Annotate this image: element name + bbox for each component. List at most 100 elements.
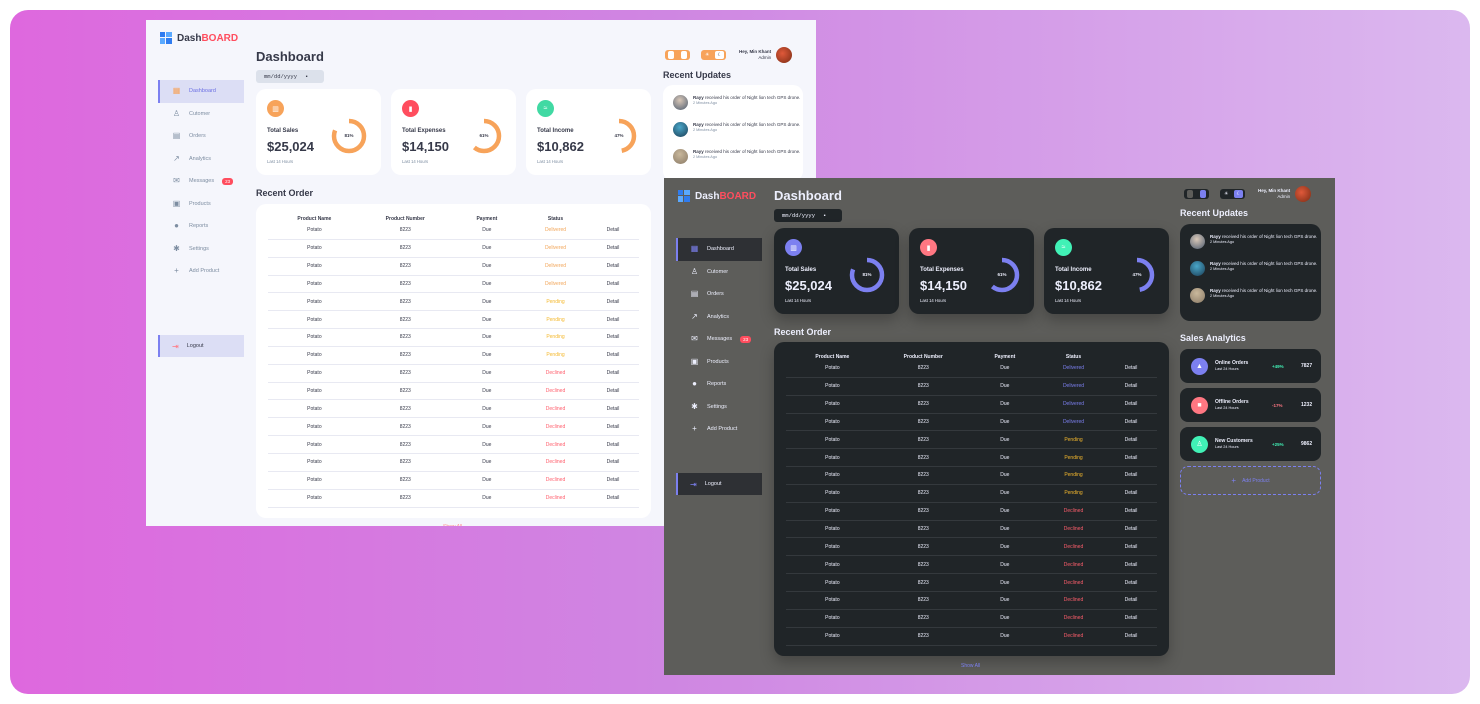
detail-link[interactable]: Detail [1105,365,1157,371]
logout-button[interactable]: ⇥ Logout [158,335,244,357]
detail-link[interactable]: Detail [1105,597,1157,603]
sidebar-item-settings[interactable]: ✱ Settings [676,396,762,419]
detail-link[interactable]: Detail [1105,455,1157,461]
brand-part2: BOARD [201,32,239,44]
detail-link[interactable]: Detail [1105,383,1157,389]
card-subtitle: Last 14 Hours [920,298,947,303]
detail-link[interactable]: Detail [1105,472,1157,478]
analytics-change: +25% [1272,441,1284,447]
show-all-link[interactable]: Show All [443,524,462,526]
sidebar-item-analytics[interactable]: ↗ Analytics [158,148,244,171]
update-item: Rayy received his order of Night lion te… [1190,261,1317,276]
greeting-hey: Hey, [739,48,749,54]
detail-link[interactable]: Detail [587,388,639,394]
product-name: Potato [825,454,840,461]
analytics-value: 1232 [1301,402,1313,408]
detail-link[interactable]: Detail [587,263,639,269]
product-number: 8223 [917,436,929,443]
sidebar-item-reports[interactable]: ● Reports [676,373,762,396]
sidebar-item-label: Reports [707,381,727,388]
theme-toggle[interactable]: ☀ ☾ [1220,189,1245,199]
detail-link[interactable]: Detail [1105,580,1157,586]
order-status: Declined [545,370,566,377]
sidebar-item-products[interactable]: ▣ Products [676,351,762,374]
update-body: received his order of Night lion tech GP… [705,122,801,127]
date-input[interactable]: mm/dd/yyyy ▪ [774,209,842,222]
logout-button[interactable]: ⇥ Logout [676,473,762,495]
detail-link[interactable]: Detail [587,352,639,358]
brand-part2: BOARD [719,190,757,202]
sidebar-item-add-product[interactable]: + Add Product [158,260,244,283]
menu-toggle[interactable] [1184,189,1209,199]
sidebar-item-analytics[interactable]: ↗ Analytics [676,306,762,329]
sidebar-item-dashboard[interactable]: ▦ Dashboard [676,238,762,261]
product-name: Potato [825,543,840,550]
detail-link[interactable]: Detail [587,245,639,251]
sidebar-item-messages[interactable]: ✉ Messages 23 [676,328,762,351]
detail-link[interactable]: Detail [1105,544,1157,550]
sidebar-item-dashboard[interactable]: ▦ Dashboard [158,80,244,103]
detail-link[interactable]: Detail [587,227,639,233]
detail-link[interactable]: Detail [1105,437,1157,443]
calendar-icon[interactable]: ▪ [823,212,826,219]
card-percent: 81% [862,272,872,277]
person-icon: ♙ [690,266,699,276]
analytics-subtitle: Last 24 Hours [1215,445,1239,449]
sidebar-item-products[interactable]: ▣ Products [158,193,244,216]
order-status: Pending [1064,436,1083,443]
avatar[interactable] [1295,186,1312,202]
detail-link[interactable]: Detail [1105,633,1157,639]
sidebar-item-cutomer[interactable]: ♙ Cutomer [676,261,762,284]
sidebar-item-messages[interactable]: ✉ Messages 23 [158,170,244,193]
sidebar-item-add-product[interactable]: + Add Product [676,418,762,441]
plus-icon: + [692,424,697,434]
detail-link[interactable]: Detail [1105,615,1157,621]
detail-link[interactable]: Detail [1105,508,1157,514]
detail-link[interactable]: Detail [587,334,639,340]
table-row: Potato 8223 Due Pending Detail [268,329,639,347]
sidebar-item-cutomer[interactable]: ♙ Cutomer [158,103,244,126]
table-row: Potato 8223 Due Delivered Detail [786,378,1157,396]
update-body: received his order of Night lion tech GP… [1222,288,1318,293]
date-placeholder: mm/dd/yyyy [264,73,298,80]
user-avatar [1190,288,1205,303]
product-number: 8223 [917,543,929,550]
theme-toggle[interactable]: ☀ ☾ [701,50,726,60]
detail-link[interactable]: Detail [587,406,639,412]
payment-status: Due [1000,561,1010,568]
add-product-button[interactable]: + Add Product [1180,466,1321,495]
detail-link[interactable]: Detail [1105,526,1157,532]
detail-link[interactable]: Detail [587,477,639,483]
plus-icon: + [174,266,179,276]
calendar-icon[interactable]: ▪ [305,73,308,80]
product-name: Potato [307,352,322,359]
menu-toggle[interactable] [665,50,690,60]
detail-link[interactable]: Detail [587,495,639,501]
sidebar-item-reports[interactable]: ● Reports [158,215,244,238]
product-number: 8223 [399,316,411,323]
detail-link[interactable]: Detail [1105,490,1157,496]
show-all-link[interactable]: Show All [961,663,980,669]
detail-link[interactable]: Detail [587,424,639,430]
analytics-text: Online Orders Last 24 Hours [1215,360,1265,373]
detail-link[interactable]: Detail [587,317,639,323]
sidebar-item-label: Orders [707,291,724,298]
detail-link[interactable]: Detail [587,459,639,465]
detail-link[interactable]: Detail [587,299,639,305]
payment-status: Due [1000,579,1010,586]
detail-link[interactable]: Detail [1105,401,1157,407]
detail-link[interactable]: Detail [587,370,639,376]
detail-link[interactable]: Detail [1105,419,1157,425]
avatar[interactable] [776,47,793,63]
detail-link[interactable]: Detail [587,442,639,448]
detail-link[interactable]: Detail [1105,562,1157,568]
sidebar-item-orders[interactable]: ▤ Orders [158,125,244,148]
detail-link[interactable]: Detail [587,281,639,287]
date-input[interactable]: mm/dd/yyyy ▪ [256,70,324,83]
sidebar-item-orders[interactable]: ▤ Orders [676,283,762,306]
card-percent: 47% [614,133,624,138]
upload-icon [680,51,687,59]
sidebar-item-settings[interactable]: ✱ Settings [158,238,244,261]
product-number: 8223 [917,633,929,640]
product-name: Potato [307,459,322,466]
